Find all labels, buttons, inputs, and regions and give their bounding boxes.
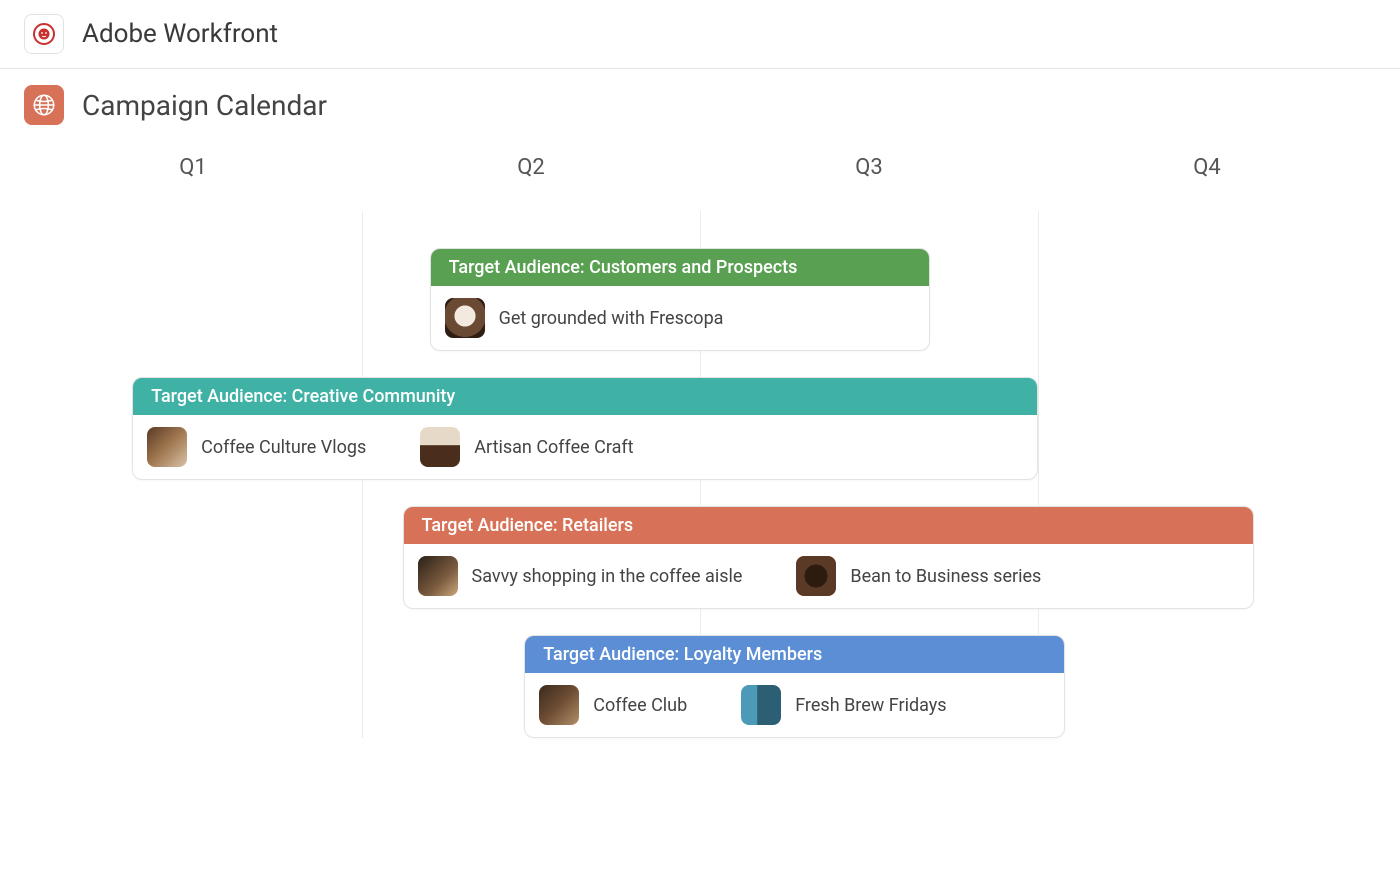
campaign-item-coffee-culture-vlogs[interactable]: Coffee Culture Vlogs (147, 427, 366, 467)
quarter-label-q2: Q2 (362, 155, 700, 180)
campaign-bar-header: Target Audience: Creative Community (133, 378, 1037, 415)
globe-icon (24, 85, 64, 125)
campaign-bar-body: Get grounded with Frescopa (431, 286, 929, 350)
campaign-thumb-icon (539, 685, 579, 725)
app-title: Adobe Workfront (82, 19, 278, 49)
quarter-label-q4: Q4 (1038, 155, 1376, 180)
campaign-item-savvy-shopping[interactable]: Savvy shopping in the coffee aisle (418, 556, 743, 596)
campaign-bar-creative-community[interactable]: Target Audience: Creative CommunityCoffe… (132, 377, 1038, 480)
lane-loyalty-members: Target Audience: Loyalty MembersCoffee C… (24, 635, 1376, 738)
brand-lion-icon (24, 14, 64, 54)
quarter-row: Q1Q2Q3Q4 (24, 141, 1376, 208)
page-title: Campaign Calendar (82, 89, 327, 122)
campaign-item-label: Get grounded with Frescopa (499, 308, 724, 329)
campaign-item-fresh-brew-fridays[interactable]: Fresh Brew Fridays (741, 685, 946, 725)
campaign-item-frescopa[interactable]: Get grounded with Frescopa (445, 298, 724, 338)
campaign-item-artisan-coffee-craft[interactable]: Artisan Coffee Craft (420, 427, 633, 467)
campaign-item-coffee-club[interactable]: Coffee Club (539, 685, 687, 725)
lane-creative-community: Target Audience: Creative CommunityCoffe… (24, 377, 1376, 480)
campaign-bar-header: Target Audience: Loyalty Members (525, 636, 1064, 673)
app-header: Adobe Workfront (0, 0, 1400, 69)
campaign-thumb-icon (796, 556, 836, 596)
campaign-item-bean-to-business[interactable]: Bean to Business series (796, 556, 1041, 596)
campaign-bar-retailers[interactable]: Target Audience: RetailersSavvy shopping… (403, 506, 1255, 609)
campaign-bar-body: Coffee Club Fresh Brew Fridays (525, 673, 1064, 737)
lane-retailers: Target Audience: RetailersSavvy shopping… (24, 506, 1376, 609)
campaign-thumb-icon (147, 427, 187, 467)
page-header: Campaign Calendar (0, 69, 1400, 131)
campaign-item-label: Artisan Coffee Craft (474, 437, 633, 458)
quarter-label-q3: Q3 (700, 155, 1038, 180)
campaign-item-label: Bean to Business series (850, 566, 1041, 587)
lane-customers-and-prospects: Target Audience: Customers and Prospects… (24, 248, 1376, 351)
campaign-bar-header: Target Audience: Customers and Prospects (431, 249, 929, 286)
campaign-item-label: Coffee Culture Vlogs (201, 437, 366, 458)
campaign-bar-loyalty-members[interactable]: Target Audience: Loyalty MembersCoffee C… (524, 635, 1065, 738)
campaign-bar-body: Savvy shopping in the coffee aisle Bean t… (404, 544, 1254, 608)
campaign-thumb-icon (445, 298, 485, 338)
campaign-thumb-icon (418, 556, 458, 596)
campaign-item-label: Coffee Club (593, 695, 687, 716)
quarter-label-q1: Q1 (24, 155, 362, 180)
campaign-bar-customers-and-prospects[interactable]: Target Audience: Customers and Prospects… (430, 248, 930, 351)
campaign-calendar: Q1Q2Q3Q4 Target Audience: Customers and … (24, 141, 1376, 738)
campaign-thumb-icon (420, 427, 460, 467)
calendar-lanes: Target Audience: Customers and Prospects… (24, 208, 1376, 738)
campaign-item-label: Fresh Brew Fridays (795, 695, 946, 716)
campaign-item-label: Savvy shopping in the coffee aisle (472, 566, 743, 587)
campaign-thumb-icon (741, 685, 781, 725)
campaign-bar-header: Target Audience: Retailers (404, 507, 1254, 544)
campaign-bar-body: Coffee Culture Vlogs Artisan Coffee Craft (133, 415, 1037, 479)
